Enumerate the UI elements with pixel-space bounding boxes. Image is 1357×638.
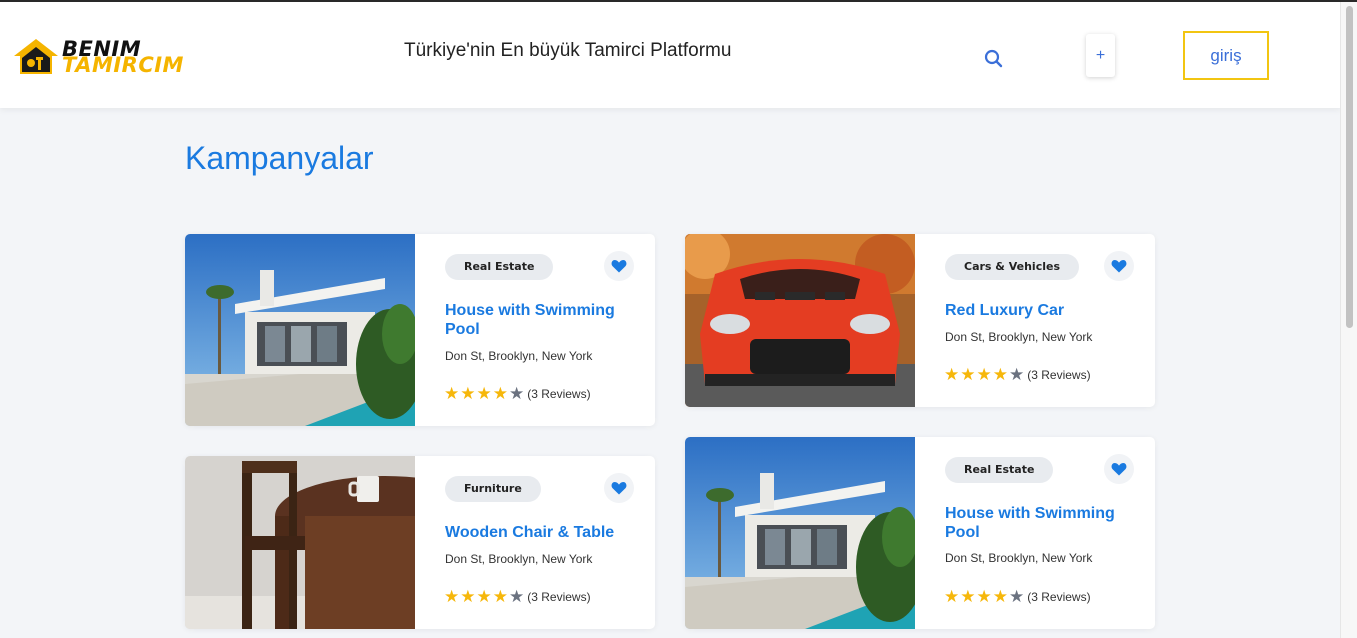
star-rating: ★★★★★ [944, 587, 1025, 607]
listing-address: Don St, Brooklyn, New York [945, 551, 1093, 565]
star-icon: ★ [460, 384, 476, 403]
star-icon: ★ [1009, 365, 1025, 384]
star-icon: ★ [460, 587, 476, 606]
house-photo[interactable] [685, 437, 915, 629]
star-icon: ★ [944, 587, 960, 606]
car-photo[interactable] [685, 234, 915, 407]
star-icon: ★ [992, 587, 1008, 606]
star-icon: ★ [509, 384, 525, 403]
star-icon: ★ [444, 587, 460, 606]
star-icon: ★ [976, 365, 992, 384]
category-badge[interactable]: Cars & Vehicles [945, 254, 1079, 280]
section-title: Kampanyalar [185, 140, 374, 176]
chair-table-photo[interactable] [185, 456, 415, 629]
listing-card[interactable]: Real Estate House with Swimming Pool Don… [185, 234, 655, 426]
rating: ★★★★★ (3 Reviews) [944, 587, 1091, 607]
favorite-button[interactable] [1104, 454, 1134, 484]
house-photo[interactable] [185, 234, 415, 426]
heart-icon [1111, 260, 1127, 273]
logo-line-2: TAMIRCIM [62, 53, 184, 77]
star-icon: ★ [444, 384, 460, 403]
heart-icon [611, 260, 627, 273]
listing-title[interactable]: Wooden Chair & Table [445, 523, 625, 542]
rating: ★★★★★ (3 Reviews) [944, 365, 1091, 385]
star-icon: ★ [509, 587, 525, 606]
listing-title[interactable]: House with Swimming Pool [945, 504, 1125, 542]
listing-title[interactable]: House with Swimming Pool [445, 301, 625, 339]
logo-house-icon [14, 39, 58, 74]
category-badge[interactable]: Real Estate [445, 254, 554, 280]
search-icon [984, 49, 1003, 68]
star-icon: ★ [960, 587, 976, 606]
rating: ★★★★★ (3 Reviews) [444, 587, 591, 607]
page-scrollbar[interactable] [1340, 2, 1357, 638]
favorite-button[interactable] [604, 473, 634, 503]
star-icon: ★ [1009, 587, 1025, 606]
login-button[interactable]: giriş [1183, 31, 1269, 80]
star-icon: ★ [476, 587, 492, 606]
category-badge[interactable]: Real Estate [945, 457, 1054, 483]
star-icon: ★ [960, 365, 976, 384]
heart-icon [1111, 463, 1127, 476]
star-icon: ★ [476, 384, 492, 403]
star-icon: ★ [992, 365, 1008, 384]
star-rating: ★★★★★ [444, 384, 525, 404]
logo[interactable]: BENIM TAMIRCIM [12, 36, 194, 76]
scrollbar-thumb[interactable] [1346, 6, 1353, 328]
star-icon: ★ [492, 587, 508, 606]
star-icon: ★ [492, 384, 508, 403]
listing-card[interactable]: Furniture Wooden Chair & Table Don St, B… [185, 456, 655, 629]
review-count[interactable]: (3 Reviews) [1027, 368, 1090, 382]
search-button[interactable] [980, 44, 1008, 72]
listing-card[interactable]: Cars & Vehicles Red Luxury Car Don St, B… [685, 234, 1155, 407]
favorite-button[interactable] [1104, 251, 1134, 281]
review-count[interactable]: (3 Reviews) [527, 387, 590, 401]
site-tagline: Türkiye'nin En büyük Tamirci Platformu [404, 40, 732, 61]
listing-address: Don St, Brooklyn, New York [445, 552, 593, 566]
star-rating: ★★★★★ [444, 587, 525, 607]
listing-card[interactable]: Real Estate House with Swimming Pool Don… [685, 437, 1155, 629]
category-badge[interactable]: Furniture [445, 476, 541, 502]
star-icon: ★ [976, 587, 992, 606]
listing-address: Don St, Brooklyn, New York [945, 330, 1093, 344]
listing-title[interactable]: Red Luxury Car [945, 301, 1125, 320]
review-count[interactable]: (3 Reviews) [1027, 590, 1090, 604]
star-icon: ★ [944, 365, 960, 384]
heart-icon [611, 482, 627, 495]
add-listing-button[interactable]: + [1086, 34, 1115, 77]
favorite-button[interactable] [604, 251, 634, 281]
review-count[interactable]: (3 Reviews) [527, 590, 590, 604]
listing-address: Don St, Brooklyn, New York [445, 349, 593, 363]
top-header: BENIM TAMIRCIM Türkiye'nin En büyük Tami… [0, 2, 1341, 108]
star-rating: ★★★★★ [944, 365, 1025, 385]
rating: ★★★★★ (3 Reviews) [444, 384, 591, 404]
